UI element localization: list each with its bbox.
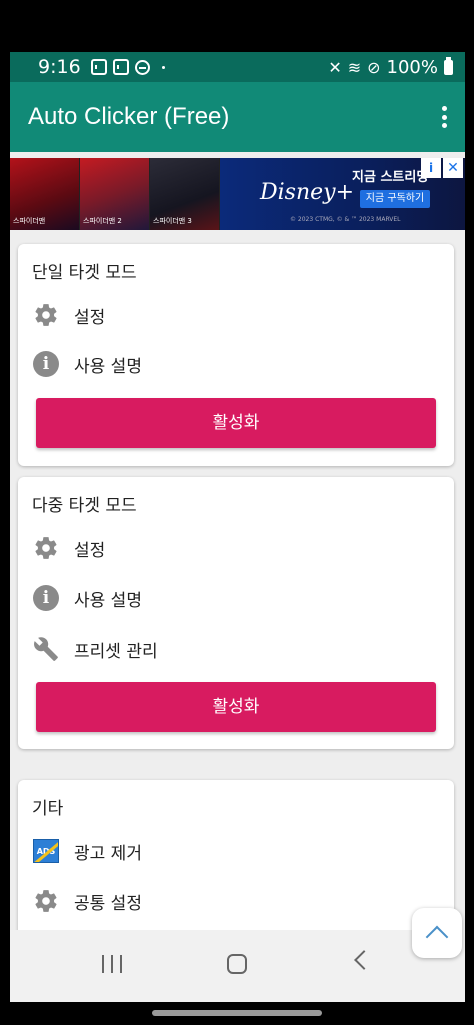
wrench-icon — [32, 635, 60, 663]
multi-target-card: 다중 타겟 모드 설정 i 사용 설명 프리셋 관리 활성화 — [18, 477, 454, 749]
preset-label: 프리셋 관리 — [74, 641, 158, 662]
screen-mirror-icon — [90, 59, 107, 75]
do-not-disturb-icon — [134, 59, 150, 75]
card-title: 기타 — [32, 799, 64, 819]
ad-banner[interactable]: 스파이더맨 스파이더맨 2 스파이더맨 3 Disney+ 지금 스트리밍 지금… — [10, 158, 465, 230]
remove-ads-item[interactable]: ADS 광고 제거 — [32, 836, 142, 866]
scroll-to-top-button[interactable] — [412, 908, 462, 958]
more-vert-icon[interactable] — [441, 106, 447, 128]
card-title: 다중 타겟 모드 — [32, 496, 137, 516]
multi-activate-button[interactable]: 활성화 — [36, 682, 436, 732]
dot-icon — [161, 65, 165, 69]
home-icon[interactable] — [227, 954, 247, 974]
wifi-icon: ≋ — [347, 57, 362, 77]
ad-poster: 스파이더맨 — [10, 158, 80, 230]
home-indicator[interactable] — [152, 1010, 322, 1016]
poster-caption: 스파이더맨 — [13, 217, 46, 225]
single-settings-item[interactable]: 설정 — [32, 300, 105, 330]
back-icon[interactable] — [354, 950, 374, 970]
battery-icon — [444, 56, 453, 75]
ad-headline: 지금 스트리밍 — [352, 170, 429, 185]
ad-brand-logo: Disney+ — [260, 180, 355, 205]
ad-cta-button[interactable]: 지금 구독하기 — [360, 190, 430, 208]
poster-caption: 스파이더맨 3 — [153, 217, 192, 225]
ads-icon: ADS — [32, 837, 60, 865]
ad-poster: 스파이더맨 3 — [150, 158, 220, 230]
gear-icon — [32, 534, 60, 562]
status-right: ✕ ≋ ⊘ 100% — [328, 56, 453, 78]
battery-percent: 100% — [386, 56, 438, 78]
single-target-card: 단일 타겟 모드 설정 i 사용 설명 활성화 — [18, 244, 454, 466]
app-screen: 9:16 ✕ ≋ ⊘ 100% Auto Clicker (Free) 스파이더… — [10, 52, 465, 1002]
blocked-icon: ⊘ — [367, 57, 381, 77]
gear-icon — [32, 301, 60, 329]
ad-legal-text: © 2023 CTMG, © & ™ 2023 MARVEL — [290, 216, 401, 223]
help-label: 사용 설명 — [74, 590, 142, 611]
help-label: 사용 설명 — [74, 356, 142, 377]
info-icon: i — [32, 350, 60, 378]
ad-close-icon[interactable]: ✕ — [443, 158, 463, 178]
preset-manage-item[interactable]: 프리셋 관리 — [32, 634, 158, 664]
common-settings-label: 공통 설정 — [74, 893, 142, 914]
info-icon: i — [32, 584, 60, 612]
poster-caption: 스파이더맨 2 — [83, 217, 122, 225]
navigation-bar — [10, 930, 465, 1002]
gear-icon — [32, 887, 60, 915]
ad-info-icon[interactable]: i — [421, 158, 441, 178]
mute-icon: ✕ — [328, 57, 342, 77]
ads-icon-text: ADS — [33, 839, 59, 863]
single-help-item[interactable]: i 사용 설명 — [32, 349, 142, 379]
recents-icon[interactable] — [102, 955, 122, 973]
app-title: Auto Clicker (Free) — [28, 103, 230, 130]
remove-ads-label: 광고 제거 — [74, 843, 142, 864]
common-settings-item[interactable]: 공통 설정 — [32, 886, 142, 916]
single-activate-button[interactable]: 활성화 — [36, 398, 436, 448]
ad-posters: 스파이더맨 스파이더맨 2 스파이더맨 3 — [10, 158, 220, 230]
card-title: 단일 타겟 모드 — [32, 263, 137, 283]
status-time: 9:16 — [38, 56, 81, 78]
settings-label: 설정 — [74, 540, 106, 561]
screen-mirror-icon — [112, 59, 129, 75]
multi-settings-item[interactable]: 설정 — [32, 533, 105, 563]
multi-help-item[interactable]: i 사용 설명 — [32, 583, 142, 613]
settings-label: 설정 — [74, 307, 106, 328]
ad-poster: 스파이더맨 2 — [80, 158, 150, 230]
status-bar: 9:16 ✕ ≋ ⊘ 100% — [10, 52, 465, 82]
app-bar: Auto Clicker (Free) — [10, 82, 465, 152]
